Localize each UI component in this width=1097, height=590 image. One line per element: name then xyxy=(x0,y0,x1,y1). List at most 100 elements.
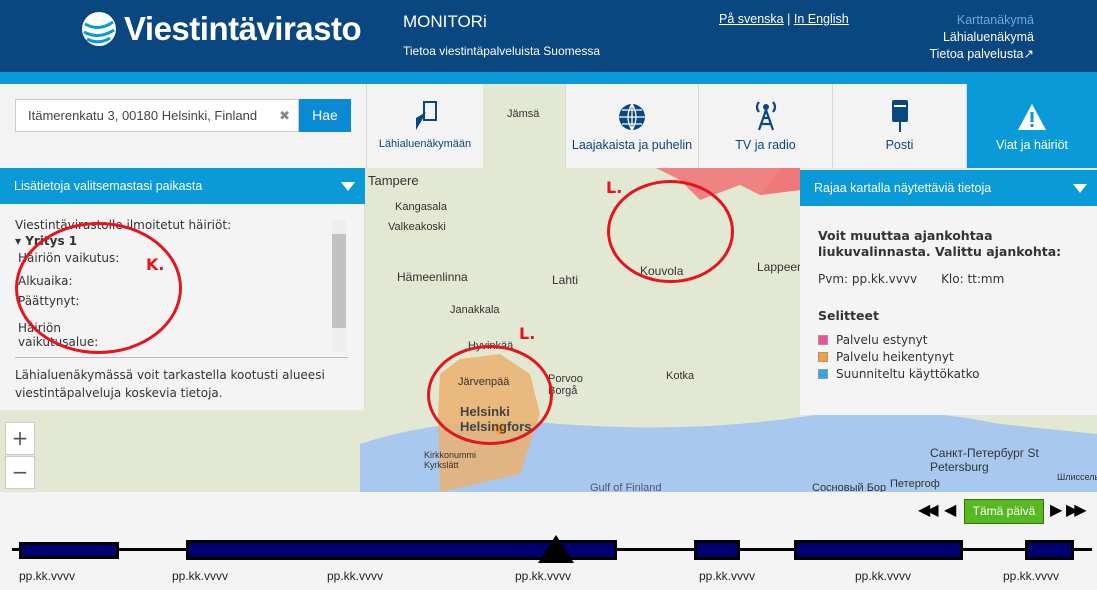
legend-swatch xyxy=(818,335,828,345)
view-links: Karttanäkymä Lähialuenäkymä Tietoa palve… xyxy=(929,12,1034,63)
time-intro: Voit muuttaa ajankohtaa liukuvalinnasta.… xyxy=(818,228,1062,259)
map-label: Kangasala xyxy=(395,201,447,213)
collapse-icon[interactable] xyxy=(1073,184,1087,193)
map-label: Janakkala xyxy=(450,304,500,316)
scrollbar[interactable] xyxy=(332,220,346,352)
right-panel: Voit muuttaa ajankohtaa liukuvalinnasta.… xyxy=(800,206,1097,415)
rewind-fast-icon[interactable]: ◀◀ xyxy=(918,500,939,519)
tab-label: Viat ja häiriöt xyxy=(995,138,1069,152)
timeline-date: pp.kk.vvvv xyxy=(19,569,76,583)
left-panel-footer: Lähialuenäkymässä voit tarkastella kootu… xyxy=(15,368,325,400)
legend-item: Palvelu heikentynyt xyxy=(818,350,1079,364)
map-label: Jämsä xyxy=(507,108,540,120)
zoom-out-button[interactable]: − xyxy=(5,456,35,489)
tab-post[interactable]: Posti xyxy=(832,84,966,168)
timeline-date: pp.kk.vvvv xyxy=(855,569,912,583)
left-panel-title: Lisätietoja valitsemastasi paikasta xyxy=(14,179,203,193)
legend-swatch xyxy=(818,352,828,362)
lang-english-link[interactable]: In English xyxy=(794,12,849,26)
header: Viestintävirasto MONITORi Tietoa viestin… xyxy=(0,0,1097,72)
legend-item: Palvelu estynyt xyxy=(818,333,1079,347)
timeline-date: pp.kk.vvvv xyxy=(172,569,229,583)
address-search-input[interactable]: Itämerenkatu 3, 00180 Helsinki, Finland ✖ xyxy=(15,99,299,132)
lang-separator: | xyxy=(787,12,791,26)
about-label: Tietoa palvelusta xyxy=(929,47,1024,61)
map-label: Tampere xyxy=(368,173,419,188)
map-view-link[interactable]: Karttanäkymä xyxy=(929,12,1034,29)
tab-faults[interactable]: Viat ja häiriöt xyxy=(966,84,1097,168)
timeline-segment[interactable] xyxy=(1025,540,1074,560)
legend-title: Selitteet xyxy=(818,308,879,323)
timeline-segment[interactable] xyxy=(19,542,119,559)
tab-local-view[interactable]: Lähialuenäkymään xyxy=(366,84,483,168)
map-label: Lahti xyxy=(552,273,579,287)
legend-item: Suunniteltu käyttökatko xyxy=(818,367,1079,381)
map-label: Kirkkonummi Kyrkslätt xyxy=(424,450,477,470)
tab-label: Posti xyxy=(885,138,914,152)
annotation-label: K. xyxy=(146,255,165,274)
language-links: På svenska | In English xyxy=(719,12,849,26)
legend-label: Palvelu heikentynyt xyxy=(836,350,954,364)
timeline-segment[interactable] xyxy=(794,540,963,560)
antenna-icon xyxy=(755,101,776,131)
tab-label: Laajakaista ja puhelin xyxy=(571,138,693,152)
map-label: Санкт-Петербург St Petersburg xyxy=(930,446,1039,474)
lang-swedish-link[interactable]: På svenska xyxy=(719,12,784,26)
collapse-icon[interactable] xyxy=(341,182,355,191)
left-panel-header[interactable]: Lisätietoja valitsemastasi paikasta xyxy=(0,168,365,204)
timeline-date: pp.kk.vvvv xyxy=(327,569,384,583)
map-label: Kotka xyxy=(666,370,695,382)
warning-icon xyxy=(1018,104,1046,130)
timeline-segment[interactable] xyxy=(694,540,740,560)
right-panel-title: Rajaa kartalla näytettäviä tietoja xyxy=(814,181,992,195)
legend-label: Palvelu estynyt xyxy=(836,333,928,347)
annotation-circle xyxy=(607,180,734,283)
external-link-icon: ↗ xyxy=(1023,47,1034,61)
tab-label: TV ja radio xyxy=(735,138,796,152)
timeline-date: pp.kk.vvvv xyxy=(699,569,756,583)
search-value: Itämerenkatu 3, 00180 Helsinki, Finland xyxy=(28,108,258,123)
header-stripe xyxy=(0,72,1097,84)
scrollbar-thumb[interactable] xyxy=(332,234,346,328)
timeline-date: pp.kk.vvvv xyxy=(515,569,572,583)
zoom-in-button[interactable]: + xyxy=(5,422,35,455)
logo-text: Viestintävirasto xyxy=(124,10,362,47)
map-label: Петергоф xyxy=(890,478,940,490)
pointer-icon xyxy=(416,101,437,130)
map-label: Шлиссельбург xyxy=(1057,472,1097,482)
map-label: Porvoo Borgå xyxy=(548,373,583,397)
about-service-link[interactable]: Tietoa palvelusta↗ xyxy=(929,46,1034,63)
selected-date: Pvm: pp.kk.vvvv xyxy=(818,272,918,286)
forward-icon[interactable]: ▶ xyxy=(1050,500,1062,519)
legend: Palvelu estynyt Palvelu heikentynyt Suun… xyxy=(818,333,1079,381)
timeline: ◀◀ ◀ Tämä päivä ▶ ▶▶ pp.kk.vvvv pp.kk.vv… xyxy=(0,492,1097,590)
map-label: Сосновый Бор xyxy=(812,482,887,492)
annotation-circle xyxy=(427,345,553,445)
map-label: Hämeenlinna xyxy=(397,270,468,284)
annotation-circle xyxy=(15,222,182,354)
globe-icon xyxy=(619,103,645,131)
tab-label: Lähialuenäkymään xyxy=(378,138,472,150)
divider xyxy=(15,357,348,358)
tagline: Tietoa viestintäpalveluista Suomessa xyxy=(403,44,600,58)
map-label: Gulf of Finland xyxy=(590,482,662,492)
logo[interactable]: Viestintävirasto xyxy=(80,10,362,48)
map-label: Valkeakoski xyxy=(388,221,446,233)
timeline-slider-handle[interactable] xyxy=(538,535,574,563)
globe-logo-icon xyxy=(82,12,116,46)
right-panel-header[interactable]: Rajaa kartalla näytettäviä tietoja xyxy=(800,170,1097,206)
selected-time: Klo: tt:mm xyxy=(941,272,1005,286)
local-view-link[interactable]: Lähialuenäkymä xyxy=(929,29,1034,46)
forward-fast-icon[interactable]: ▶▶ xyxy=(1066,500,1087,519)
today-button[interactable]: Tämä päivä xyxy=(964,499,1044,524)
clear-icon[interactable]: ✖ xyxy=(279,108,290,124)
legend-swatch xyxy=(818,369,828,379)
tab-broadband[interactable]: Laajakaista ja puhelin xyxy=(565,84,698,168)
annotation-label: L. xyxy=(606,178,623,197)
timeline-date: pp.kk.vvvv xyxy=(1003,569,1060,583)
annotation-label: L. xyxy=(519,324,536,343)
rewind-icon[interactable]: ◀ xyxy=(944,500,956,519)
search-button[interactable]: Hae xyxy=(299,99,351,132)
tab-tv-radio[interactable]: TV ja radio xyxy=(698,84,832,168)
mailbox-icon xyxy=(891,100,908,132)
